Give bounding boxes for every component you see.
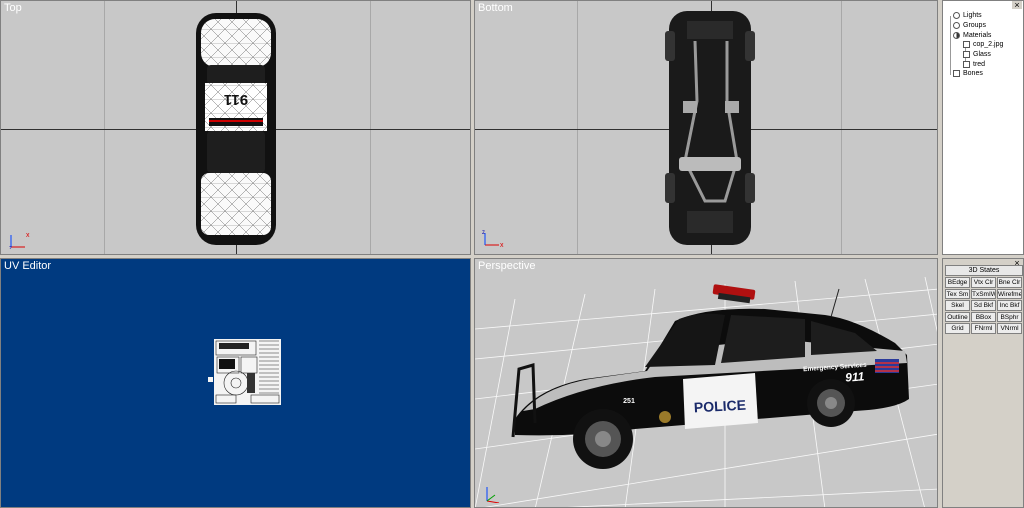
axis-gizmo: x z	[482, 230, 504, 247]
tree-item-label: Bones	[963, 70, 983, 78]
svg-text:x: x	[26, 232, 30, 239]
car-top-view: 911	[196, 13, 276, 245]
outline-button[interactable]: Outline	[945, 311, 970, 322]
inc-bkf-button[interactable]: Inc Bkf	[997, 300, 1022, 311]
viewport-label: Top	[4, 2, 22, 14]
svg-text:z: z	[482, 230, 485, 236]
sd-bkf-button[interactable]: Sd Bkf	[971, 300, 996, 311]
skeleton-button[interactable]: Skel	[945, 300, 970, 311]
groups-icon	[953, 22, 960, 30]
scene-tree-panel: × Lights Groups Materials cop_2.jpg Glas…	[942, 0, 1024, 255]
bones-icon	[953, 70, 960, 78]
svg-text:x: x	[500, 242, 504, 247]
tree-item-label: Groups	[963, 22, 986, 30]
viewport-top[interactable]: Top 911 x z	[0, 0, 471, 255]
tex-smooth-button[interactable]: Tex Sm	[945, 288, 970, 299]
tree-item-label: tred	[973, 60, 986, 68]
uv-map	[208, 339, 281, 405]
vertex-normal-button[interactable]: VNrml	[997, 323, 1022, 334]
tree-item-label: Materials	[963, 31, 992, 39]
tree-item-label: Glass	[973, 51, 991, 59]
texture-icon	[963, 60, 970, 68]
bsphere-button[interactable]: BSphr	[997, 311, 1022, 322]
material-icon	[963, 51, 970, 59]
tree-item-materials[interactable]: Materials	[947, 30, 1003, 40]
door-police-text: POLICE	[694, 397, 747, 416]
tree-item-lights[interactable]: Lights	[947, 11, 1003, 21]
car-bottom-view	[665, 11, 755, 245]
tree-item-cop-texture[interactable]: cop_2.jpg	[947, 40, 1003, 50]
tex-smooth-wire-button[interactable]: TxSmIWr	[971, 288, 996, 299]
tree-item-glass[interactable]: Glass	[947, 50, 1003, 60]
states-header-button[interactable]: 3D States	[945, 265, 1023, 276]
viewport-uv-editor[interactable]: UV Editor	[0, 258, 471, 508]
materials-icon	[953, 31, 960, 39]
car-perspective-view: POLICE 251 Emergency Services 911	[475, 276, 937, 507]
tree-item-label: cop_2.jpg	[973, 41, 1004, 49]
texture-icon	[963, 41, 970, 49]
axis-gizmo: x z	[9, 232, 30, 249]
tree-item-label: Lights	[963, 12, 982, 20]
scene-tree: Lights Groups Materials cop_2.jpg Glass …	[947, 11, 1003, 79]
viewport-bottom[interactable]: Bottom x z	[474, 0, 938, 255]
viewport-label: Bottom	[478, 2, 513, 14]
states-button-grid: BEdge Vtx Clr Bne Clr Tex Sm TxSmIWr Wir…	[945, 277, 1023, 334]
tree-item-tred[interactable]: tred	[947, 59, 1003, 69]
tree-item-bones[interactable]: Bones	[947, 69, 1003, 79]
light-icon	[953, 12, 960, 20]
rear-number: 911	[845, 369, 865, 384]
bone-color-button[interactable]: Bne Clr	[997, 277, 1022, 288]
bedge-button[interactable]: BEdge	[945, 277, 970, 288]
roof-number: 911	[224, 91, 248, 108]
viewport-perspective[interactable]: Perspective POLICE 251 Emergency Service…	[474, 258, 938, 508]
viewport-label: Perspective	[478, 260, 536, 272]
tree-item-groups[interactable]: Groups	[947, 21, 1003, 31]
wireframe-button[interactable]: Wirefme	[997, 288, 1022, 299]
vertex-color-button[interactable]: Vtx Clr	[971, 277, 996, 288]
svg-text:z: z	[9, 246, 12, 249]
axis-gizmo	[486, 487, 500, 503]
bbox-button[interactable]: BBox	[971, 311, 996, 322]
grid-button[interactable]: Grid	[945, 323, 970, 334]
states-panel: × 3D States BEdge Vtx Clr Bne Clr Tex Sm…	[942, 258, 1024, 508]
face-normal-button[interactable]: FNrml	[971, 323, 996, 334]
app-window: Top 911 x z Bottom x z UV Editor Perspec…	[0, 0, 1024, 508]
viewport-label: UV Editor	[4, 260, 52, 272]
close-icon[interactable]: ×	[1012, 1, 1022, 10]
unit-number: 251	[623, 398, 635, 405]
